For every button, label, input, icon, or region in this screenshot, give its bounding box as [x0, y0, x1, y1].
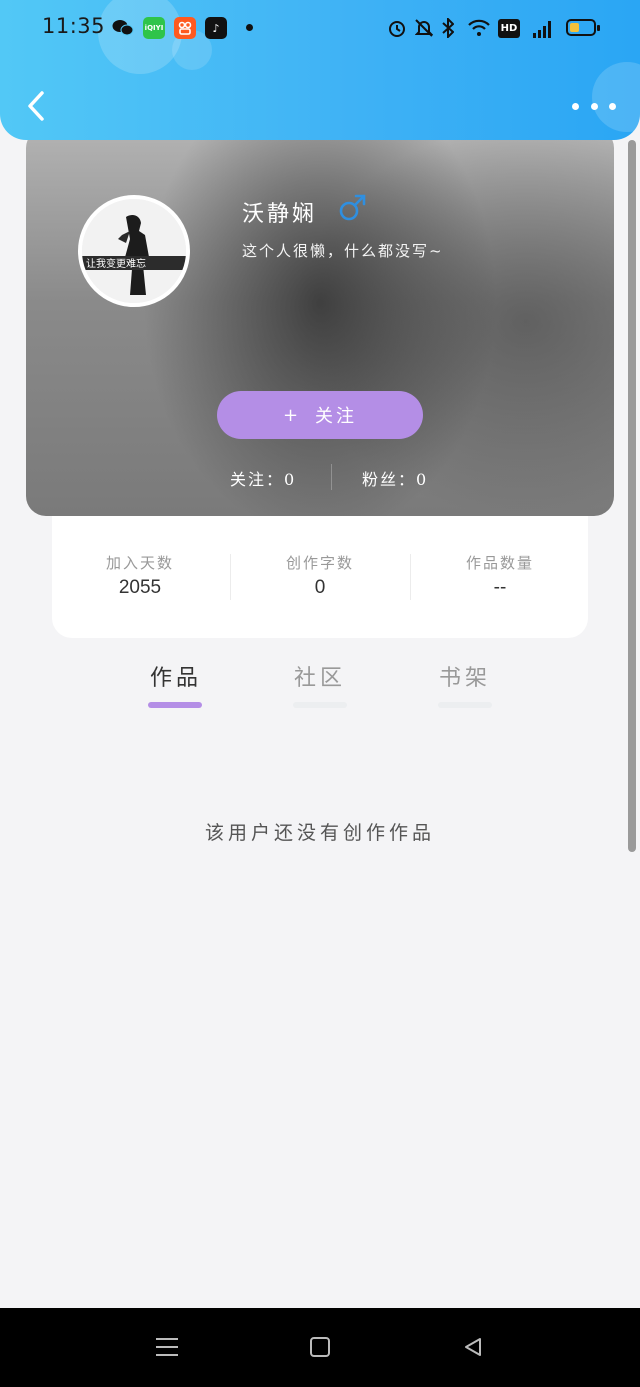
iqiyi-icon: iQIYI [143, 17, 165, 39]
stat-words: 创作字数 0 [250, 552, 390, 599]
stat-works-count: 作品数量 -- [430, 552, 570, 599]
divider [331, 464, 332, 490]
tab-indicator-active [148, 702, 202, 708]
following-count[interactable]: 关注：0 [230, 466, 296, 490]
menu-icon[interactable] [156, 1338, 178, 1356]
notification-dot [246, 24, 253, 31]
system-navigation-bar [0, 1308, 640, 1387]
mute-icon [413, 16, 435, 40]
top-header: 11:35 iQIYI ♪ HD [0, 0, 640, 140]
wechat-icon [112, 17, 134, 39]
tab-indicator [438, 702, 492, 708]
profile-card: 让我变更难忘 沃静娴 这个人很懒，什么都没写~ + 关注 关注：0 粉丝：0 [26, 128, 614, 516]
hd-icon: HD [498, 19, 520, 38]
plus-icon: + [282, 404, 302, 426]
scrollbar[interactable] [628, 140, 636, 852]
stat-days: 加入天数 2055 [70, 552, 210, 599]
stat-label: 作品数量 [465, 554, 534, 572]
stat-value: -- [493, 577, 507, 598]
wifi-icon [466, 16, 492, 40]
tab-works[interactable]: 作品 [136, 660, 216, 692]
tiktok-icon: ♪ [205, 17, 227, 39]
home-icon[interactable] [310, 1337, 330, 1357]
avatar[interactable]: 让我变更难忘 [78, 195, 190, 307]
avatar-image: 让我变更难忘 [82, 199, 186, 303]
signal-icon [528, 16, 556, 40]
more-dots-icon [572, 102, 579, 110]
tab-community[interactable]: 社区 [280, 660, 360, 692]
male-icon [339, 194, 366, 221]
stat-value: 0 [314, 577, 326, 598]
fans-count[interactable]: 粉丝：0 [362, 466, 428, 490]
stat-value: 2055 [118, 577, 162, 598]
battery-icon [566, 19, 600, 36]
bluetooth-icon [438, 16, 458, 40]
status-time: 11:35 [42, 14, 106, 38]
bio: 这个人很懒，什么都没写~ [242, 242, 444, 260]
divider [410, 554, 411, 600]
divider [230, 554, 231, 600]
tab-bookshelf[interactable]: 书架 [425, 660, 505, 692]
stat-label: 创作字数 [285, 554, 354, 572]
follow-button[interactable]: + 关注 [217, 391, 423, 439]
decor-bubble [98, 0, 182, 74]
back-triangle-icon[interactable] [462, 1336, 484, 1358]
empty-state-message: 该用户还没有创作作品 [204, 822, 435, 844]
tab-indicator [293, 702, 347, 708]
username: 沃静娴 [242, 202, 318, 227]
chevron-left-icon [28, 91, 44, 121]
more-button[interactable] [572, 94, 616, 118]
back-button[interactable] [18, 86, 54, 126]
kuaishou-icon [174, 17, 196, 39]
avatar-text: 让我变更难忘 [86, 257, 146, 270]
follow-label: 关注 [315, 406, 358, 427]
alarm-icon [386, 16, 408, 40]
stat-label: 加入天数 [105, 554, 174, 572]
